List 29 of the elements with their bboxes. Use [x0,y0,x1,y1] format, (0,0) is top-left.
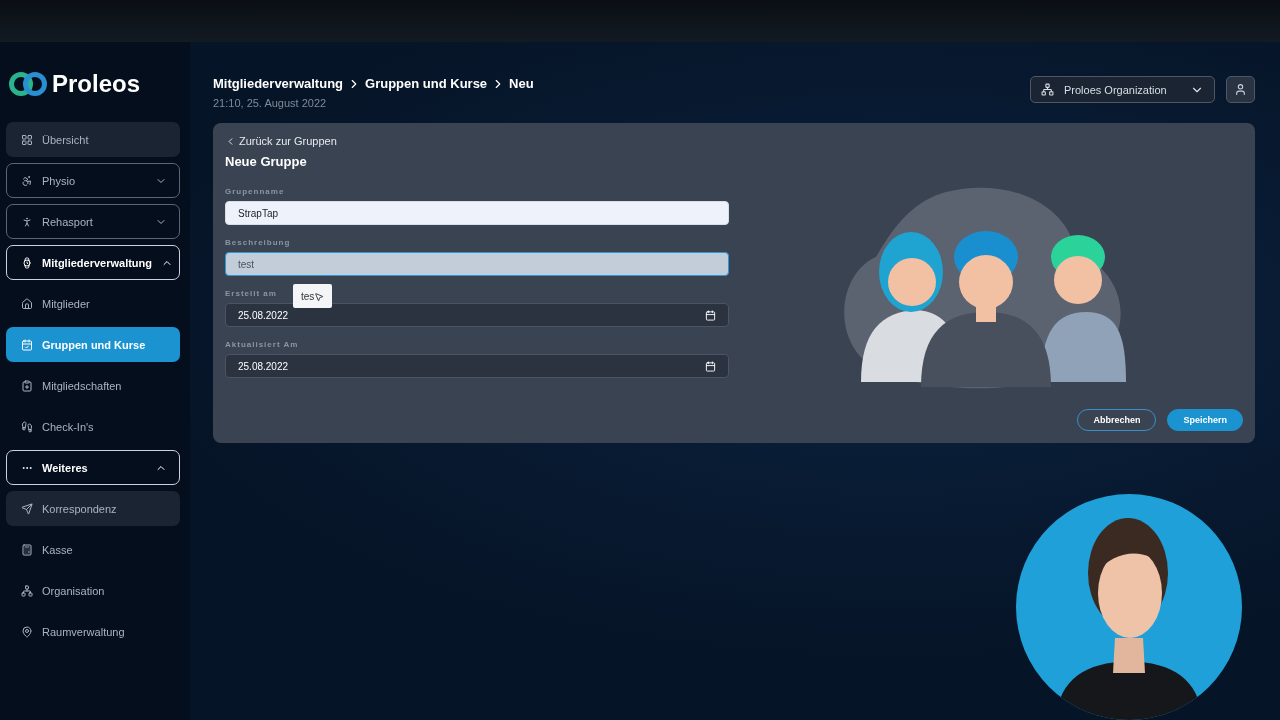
sidebar-item[interactable]: Mitglieder [6,286,180,321]
input-field[interactable]: StrapTap [225,201,729,225]
form-title: Neue Gruppe [225,154,308,169]
date-field[interactable]: 25.08.2022 [225,303,729,327]
organization-dropdown[interactable]: Proloes Organization [1030,76,1215,103]
sidebar-group[interactable]: Physio [6,163,180,198]
breadcrumb-item[interactable]: Neu [509,76,534,91]
sidebar-group[interactable]: Weiteres [6,450,180,485]
date-field[interactable]: 25.08.2022 [225,354,729,378]
breadcrumb-item[interactable]: Mitgliederverwaltung [213,76,344,91]
field-label: Erstellt am [225,289,277,298]
field-label: Beschreibung [225,238,291,247]
sidebar-item[interactable]: Kasse [6,532,180,567]
sidebar-item[interactable]: Organisation [6,573,180,608]
back-link[interactable]: Zurück zur Gruppen [225,135,729,147]
autocomplete-suggestion[interactable]: tes [293,284,333,308]
sidebar-item[interactable]: Mitgliedschaften [6,368,180,403]
logo-text: Proleos [52,70,141,98]
sidebar-item[interactable]: Übersicht [6,122,180,157]
input-field[interactable]: test [225,252,729,276]
sidebar-group[interactable]: Rehasport [6,204,180,239]
field-label: Aktualisiert Am [225,340,299,349]
sidebar-group[interactable]: Mitgliederverwaltung [6,245,180,280]
sidebar-item[interactable]: Check-In's [6,409,180,444]
sidebar-item[interactable]: Korrespondenz [6,491,180,526]
sidebar-item[interactable]: Raumverwaltung [6,614,180,649]
field-label: Grupenname [225,187,285,196]
breadcrumb-item[interactable]: Gruppen und Kurse [365,76,488,91]
timestamp: 21:10, 25. August 2022 [213,97,328,109]
